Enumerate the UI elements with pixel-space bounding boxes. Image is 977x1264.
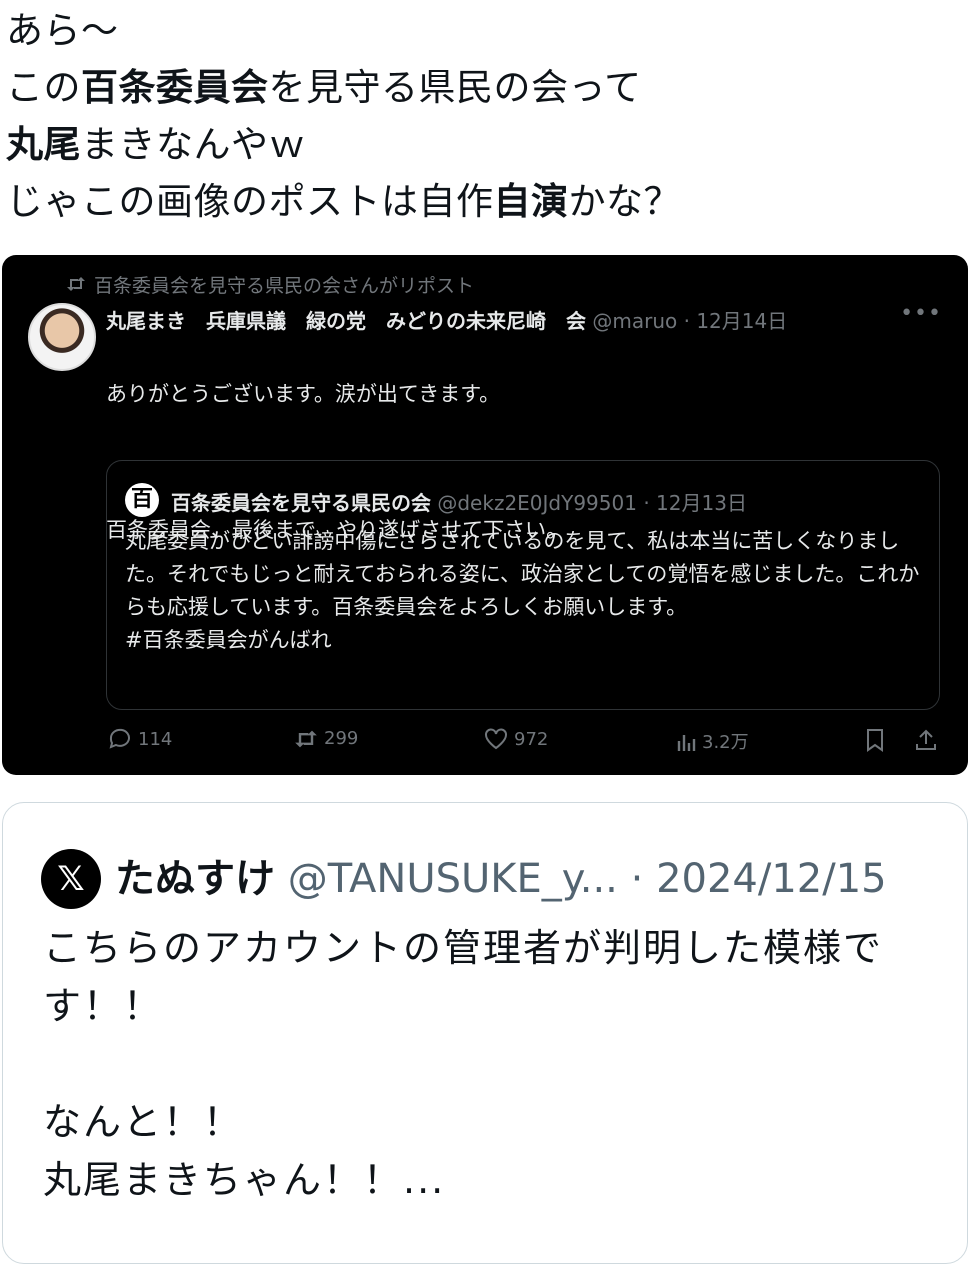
like-button[interactable]: 972	[484, 728, 548, 750]
card-header: たぬすけ @TANUSUKE_y... · 2024/12/15	[115, 856, 887, 902]
quoted-author-name: 百条委員会を見守る県民の会	[171, 491, 431, 515]
author-handle[interactable]: @maruo	[592, 309, 677, 333]
repost-icon	[66, 275, 94, 297]
share-icon	[916, 729, 936, 750]
text-line: あら〜	[6, 9, 119, 52]
card-handle[interactable]: @TANUSUKE_y...	[288, 856, 618, 902]
views-button[interactable]: 3.2万	[676, 728, 749, 754]
post-date[interactable]: 12月14日	[696, 309, 787, 333]
quoted-text: 丸尾委員がひどい誹謗中傷にさらされているのを見て、私は本当に苦しくなりました。そ…	[125, 525, 925, 657]
reply-button[interactable]: 114	[108, 728, 172, 750]
card-author-name[interactable]: たぬすけ	[115, 856, 275, 902]
hashtag-link[interactable]: #百条委員会がんばれ	[125, 624, 925, 657]
text-line: 丸尾まきなんやｗ	[6, 123, 306, 166]
x-logo-icon: 𝕏	[41, 849, 101, 909]
bookmark-icon	[867, 729, 883, 752]
share-button[interactable]	[914, 728, 944, 752]
embedded-screenshot[interactable]: 百条委員会を見守る県民の会さんがリポスト 丸尾まき 兵庫県議 緑の党 みどりの未…	[2, 255, 968, 775]
text-line: じゃこの画像のポストは自作自演かな？	[6, 180, 681, 223]
repost-indicator: 百条委員会を見守る県民の会さんがリポスト	[66, 271, 474, 298]
author-name[interactable]: 丸尾まき 兵庫県議 緑の党 みどりの未来尼崎 会	[106, 309, 586, 333]
quoted-date: 12月13日	[656, 491, 747, 515]
more-icon[interactable]: •••	[900, 305, 942, 326]
quoted-header: 百条委員会を見守る県民の会 @dekz2E0JdY99501 · 12月13日	[171, 491, 747, 515]
card-text: こちらのアカウントの管理者が判明した模様で す！！ なんと！！ 丸尾まきちゃん！…	[43, 926, 884, 1202]
chart-icon	[677, 735, 696, 751]
text-line: この百条委員会を見守る県民の会って	[6, 66, 642, 109]
avatar[interactable]	[28, 303, 96, 371]
action-bar: 114 299 972 3.2万	[102, 728, 948, 760]
heart-icon	[485, 728, 507, 750]
post-header: 丸尾まき 兵庫県議 緑の党 みどりの未来尼崎 会 @maruo · 12月14日…	[106, 305, 946, 334]
bookmark-button[interactable]	[864, 728, 892, 752]
quoted-avatar: 百	[125, 483, 159, 517]
repost-button[interactable]: 299	[294, 728, 358, 749]
reply-icon	[109, 728, 130, 749]
repost-icon	[295, 730, 317, 748]
card-date[interactable]: 2024/12/15	[656, 856, 887, 902]
quoted-post[interactable]: 百 百条委員会を見守る県民の会 @dekz2E0JdY99501 · 12月13…	[106, 460, 940, 710]
post-body-text: あら〜 この百条委員会を見守る県民の会って 丸尾まきなんやｗ じゃこの画像のポス…	[6, 2, 681, 230]
quoted-handle: @dekz2E0JdY99501	[437, 491, 637, 515]
quoted-tweet-card[interactable]: 𝕏 たぬすけ @TANUSUKE_y... · 2024/12/15 こちらのア…	[2, 802, 968, 1264]
